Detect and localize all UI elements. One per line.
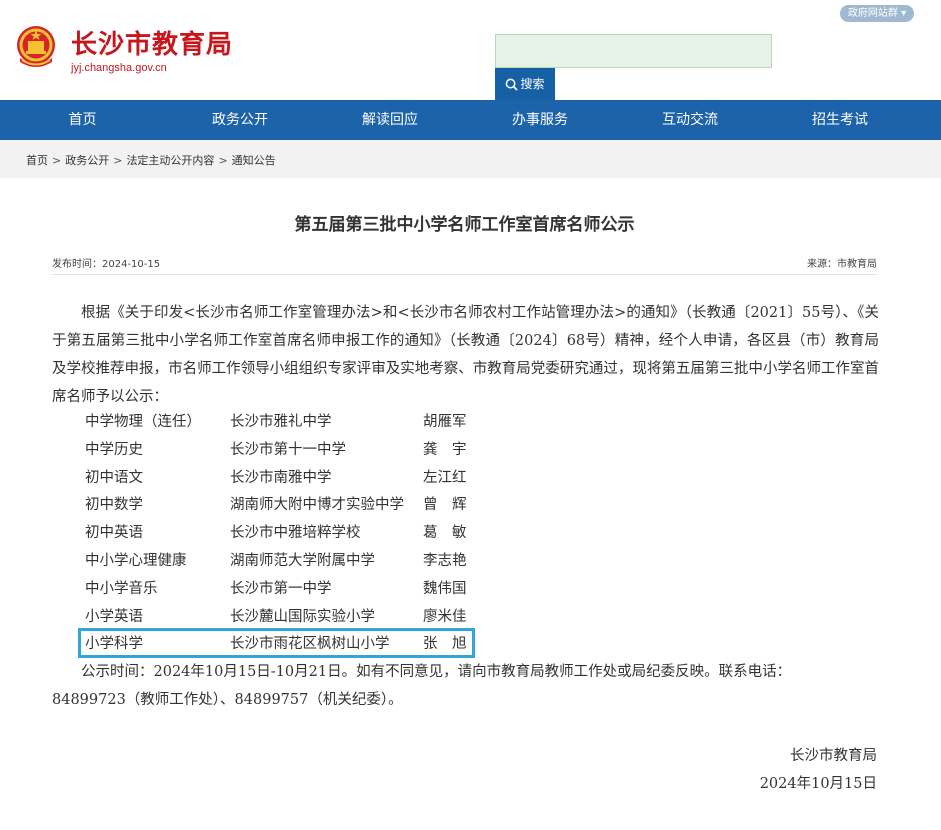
national-emblem-icon[interactable] [14, 24, 58, 70]
school-cell: 长沙市第十一中学 [230, 441, 346, 458]
nav-item-enrollment[interactable]: 招生考试 [765, 100, 915, 140]
name-cell: 左江红 [423, 469, 467, 486]
site-header: 长沙市教育局 jyj.changsha.gov.cn 政府网站群 ▾ 搜索 [0, 0, 941, 100]
list-item: 中小学音乐 长沙市第一中学 魏伟国 [85, 576, 485, 604]
breadcrumb-separator: > [218, 154, 228, 167]
school-cell: 长沙市中雅培粹学校 [230, 525, 361, 542]
nav-item-interaction[interactable]: 互动交流 [615, 100, 765, 140]
list-item: 初中语文 长沙市南雅中学 左江红 [85, 465, 485, 493]
breadcrumb-separator: > [113, 154, 123, 167]
article-intro: 根据《关于印发<长沙市名师工作室管理办法>和<长沙市名师农村工作站管理办法>的通… [52, 305, 879, 405]
list-item: 初中数学 湖南师大附中博才实验中学 曾 辉 [85, 492, 485, 520]
subject-cell: 初中数学 [85, 497, 143, 514]
subject-cell: 中学历史 [85, 441, 143, 458]
signature-date: 2024年10月15日 [759, 776, 877, 792]
divider [52, 274, 877, 275]
subject-cell: 中小学心理健康 [85, 552, 187, 569]
site-group-dropdown[interactable]: 政府网站群 ▾ [840, 5, 914, 22]
breadcrumb-gov-affairs[interactable]: 政务公开 [65, 154, 109, 167]
breadcrumb-bar: 首页 > 政务公开 > 法定主动公开内容 > 通知公告 [0, 140, 941, 178]
notice-contact: 84899723（教师工作处）、84899757（机关纪委）。 [52, 692, 403, 708]
breadcrumb: 首页 > 政务公开 > 法定主动公开内容 > 通知公告 [26, 152, 276, 168]
list-item: 中学物理（连任） 长沙市雅礼中学 胡雁军 [85, 409, 485, 437]
name-cell: 胡雁军 [423, 414, 467, 430]
site-title[interactable]: 长沙市教育局 [71, 24, 233, 61]
breadcrumb-public-content[interactable]: 法定主动公开内容 [126, 154, 214, 167]
name-cell: 龚 宇 [423, 441, 467, 458]
signature-org: 长沙市教育局 [790, 748, 877, 764]
subject-cell: 中学物理（连任） [85, 414, 201, 430]
name-cell: 李志艳 [423, 552, 467, 569]
list-item: 初中英语 长沙市中雅培粹学校 葛 敏 [85, 520, 485, 548]
publish-time: 发布时间：2024-10-15 [52, 259, 161, 270]
list-item: 中学历史 长沙市第十一中学 龚 宇 [85, 437, 485, 465]
search-input[interactable] [495, 34, 772, 68]
nav-item-services[interactable]: 办事服务 [465, 100, 615, 140]
main-nav: 首页 政务公开 解读回应 办事服务 互动交流 招生考试 [0, 100, 941, 140]
subject-cell: 初中语文 [85, 469, 143, 486]
teacher-list: 中学物理（连任） 长沙市雅礼中学 胡雁军 中学历史 长沙市第十一中学 龚 宇 初… [85, 409, 485, 659]
subject-cell: 中小学音乐 [85, 580, 158, 597]
breadcrumb-separator: > [52, 154, 62, 167]
article-source: 来源：市教育局 [807, 259, 877, 270]
site-domain: jyj.changsha.gov.cn [71, 62, 167, 74]
breadcrumb-notices[interactable]: 通知公告 [232, 154, 276, 167]
search-button-label: 搜索 [520, 77, 545, 91]
subject-cell: 初中英语 [85, 525, 143, 542]
name-cell: 葛 敏 [423, 525, 467, 542]
school-cell: 长沙市南雅中学 [230, 469, 332, 486]
search-icon [506, 78, 519, 91]
highlight-box [78, 628, 475, 658]
school-cell: 长沙市雅礼中学 [230, 414, 332, 430]
nav-item-interpretation[interactable]: 解读回应 [315, 100, 465, 140]
name-cell: 曾 辉 [423, 497, 467, 514]
nav-item-home[interactable]: 首页 [0, 100, 165, 140]
notice-text: 公示时间：2024年10月15日-10月21日。如有不同意见，请向市教育局教师工… [81, 664, 792, 680]
school-cell: 长沙市第一中学 [230, 580, 332, 597]
article-title: 第五届第三批中小学名师工作室首席名师公示 [294, 215, 635, 235]
school-cell: 湖南师范大学附属中学 [230, 552, 375, 569]
school-cell: 湖南师大附中博才实验中学 [230, 497, 404, 514]
name-cell: 魏伟国 [423, 580, 467, 597]
list-item: 中小学心理健康 湖南师范大学附属中学 李志艳 [85, 548, 485, 576]
search-button[interactable]: 搜索 [495, 68, 555, 100]
breadcrumb-home[interactable]: 首页 [26, 154, 48, 167]
nav-item-gov-affairs[interactable]: 政务公开 [165, 100, 315, 140]
